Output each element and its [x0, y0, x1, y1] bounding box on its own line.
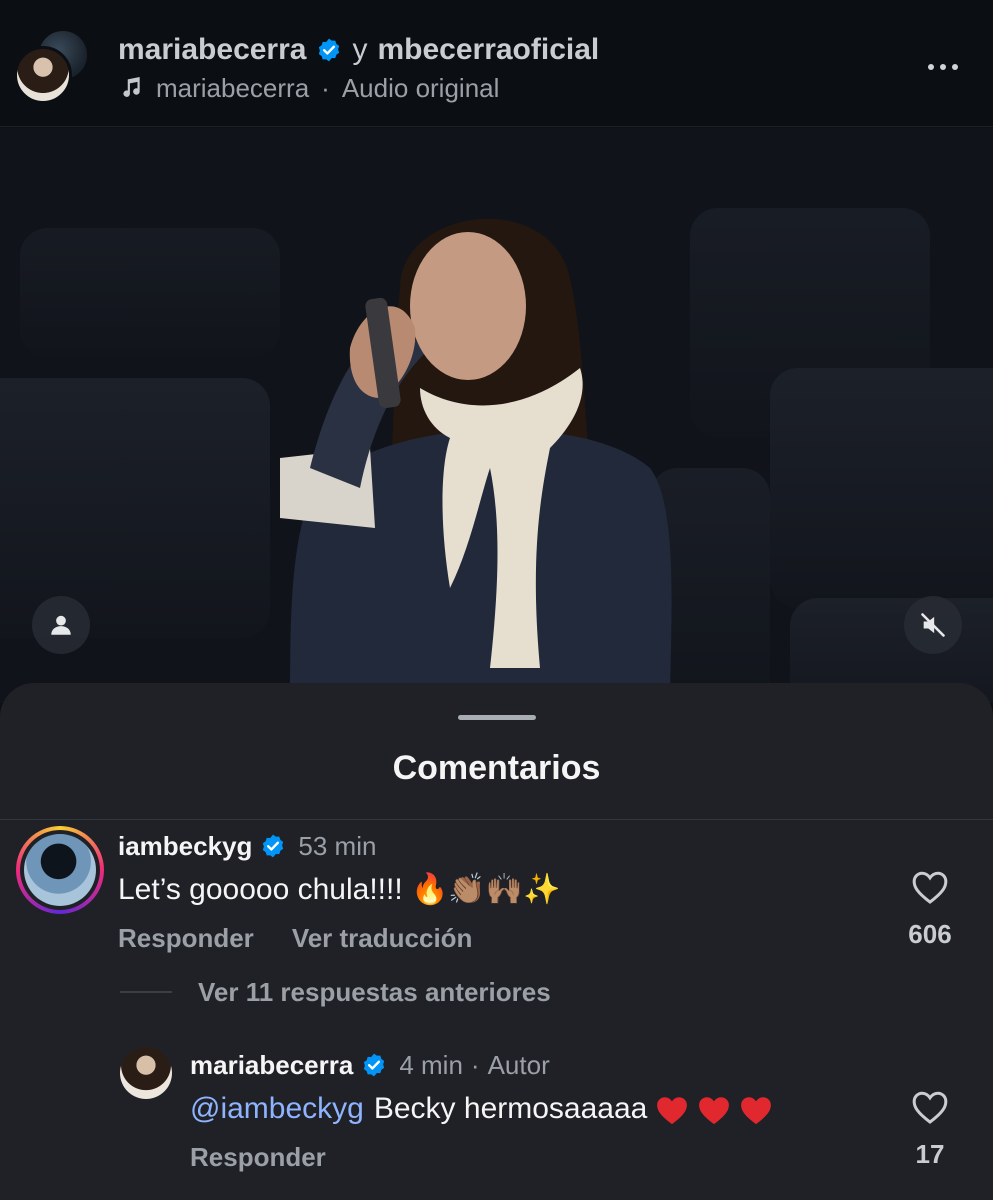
sheet-grabber[interactable]	[458, 715, 536, 720]
comments-sheet: Comentarios iambeckyg 53 min Let’s goooo…	[0, 683, 993, 1200]
speaker-muted-icon	[921, 613, 945, 637]
commenter-avatar-story-ring[interactable]	[16, 826, 104, 914]
coauthor-username[interactable]: mbecerraoficial	[377, 33, 599, 67]
verified-badge-icon	[263, 834, 284, 858]
commenter-username[interactable]: iambeckyg	[118, 831, 252, 862]
reply-separator: ·	[470, 1049, 480, 1080]
verified-badge-icon	[364, 1053, 385, 1077]
reply-to-reply-button[interactable]: Responder	[190, 1142, 326, 1173]
verified-badge-icon	[319, 38, 340, 62]
post-authors: mariabecerra y mbecerraoficial	[118, 30, 599, 70]
more-options-button[interactable]	[918, 50, 968, 84]
view-previous-replies-button[interactable]: Ver 11 respuestas anteriores	[120, 975, 551, 1009]
commenter-avatar	[24, 834, 96, 906]
more-dot	[952, 64, 958, 70]
reply-like-count: 17	[915, 1139, 945, 1169]
sheet-divider	[0, 819, 993, 820]
avatar-ring-gap	[20, 830, 100, 910]
reply-like: 17	[902, 1089, 958, 1170]
heart-outline-icon[interactable]	[911, 869, 949, 905]
collab-avatars[interactable]	[14, 28, 90, 104]
author-avatar	[14, 46, 72, 104]
audio-info[interactable]: mariabecerra · Audio original	[118, 72, 499, 104]
red-heart-icon	[699, 1096, 730, 1124]
reply-message: Becky hermosaaaaa	[373, 1092, 648, 1125]
reel-screen: mariabecerra y mbecerraoficial mariabece…	[0, 0, 993, 1200]
woman-on-phone-illustration	[280, 218, 672, 703]
red-hearts	[647, 1091, 773, 1126]
comment-header: iambeckyg 53 min	[118, 829, 376, 863]
reply-username[interactable]: mariabecerra	[190, 1050, 353, 1081]
background-seat	[770, 368, 993, 608]
more-dot	[940, 64, 946, 70]
tagged-people-button[interactable]	[32, 596, 90, 654]
reply-header: mariabecerra 4 min · Autor	[190, 1048, 550, 1082]
more-dot	[928, 64, 934, 70]
author-badge: Autor	[487, 1049, 550, 1080]
reply-author-avatar[interactable]	[120, 1047, 172, 1099]
post-header: mariabecerra y mbecerraoficial mariabece…	[0, 0, 993, 127]
author-username[interactable]: mariabecerra	[118, 33, 306, 67]
music-note-icon	[123, 76, 140, 97]
comments-title: Comentarios	[392, 749, 601, 787]
comment-actions: Responder Ver traducción	[118, 921, 472, 955]
comment-like-count: 606	[908, 919, 952, 949]
reel-video[interactable]	[0, 128, 993, 703]
mute-toggle-button[interactable]	[904, 596, 962, 654]
comment-text: Let’s gooooo chula!!!! 🔥👏🏽🙌🏽✨	[118, 872, 561, 906]
comment-like: 606	[902, 869, 958, 950]
red-heart-icon	[741, 1096, 772, 1124]
background-seat	[20, 228, 280, 358]
see-translation-button[interactable]: Ver traducción	[292, 923, 473, 954]
reply-button[interactable]: Responder	[118, 923, 254, 954]
audio-label: Audio original	[341, 72, 500, 103]
heart-outline-icon[interactable]	[911, 1089, 949, 1125]
red-heart-icon	[657, 1096, 688, 1124]
audio-separator: ·	[321, 72, 330, 103]
authors-joiner: y	[352, 33, 368, 66]
background-seat	[0, 378, 270, 638]
comment-time: 53 min	[298, 830, 377, 861]
reply-time: 4 min	[399, 1049, 463, 1080]
view-previous-replies-label: Ver 11 respuestas anteriores	[198, 976, 551, 1007]
replies-line	[120, 991, 172, 993]
audio-username: mariabecerra	[156, 72, 310, 103]
reply-text: @iambeckyg Becky hermosaaaaa	[190, 1088, 773, 1130]
mention-link[interactable]: @iambeckyg	[190, 1092, 364, 1126]
person-icon	[51, 615, 71, 635]
reply-actions: Responder	[190, 1140, 326, 1174]
